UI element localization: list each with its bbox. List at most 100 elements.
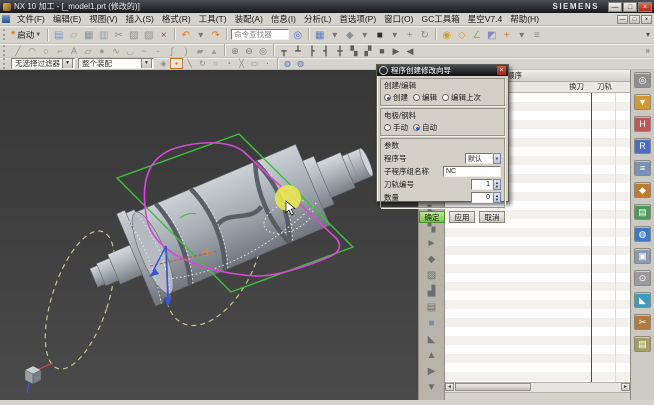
- cut-icon[interactable]: ✂: [111, 28, 126, 42]
- view-orient-dropdown-icon[interactable]: ▾: [357, 28, 372, 42]
- apply-button[interactable]: 应用: [449, 211, 475, 223]
- program-number-combo[interactable]: 默认 ▼: [465, 153, 501, 164]
- radio-edit-last[interactable]: 编辑上次: [442, 92, 481, 103]
- menu-analysis[interactable]: 分析(L): [300, 13, 335, 25]
- cam-shop-doc-icon[interactable]: ◀: [403, 44, 417, 57]
- doc-restore-button[interactable]: □: [629, 15, 640, 24]
- find-command-icon[interactable]: ◎: [290, 28, 305, 42]
- snap-point-icon[interactable]: ◉: [439, 28, 454, 42]
- cam-machine-icon[interactable]: ■: [375, 44, 389, 57]
- edit-toolpath-icon[interactable]: ◆: [423, 252, 440, 267]
- new-file-icon[interactable]: ▤: [51, 28, 66, 42]
- circle-icon[interactable]: ○: [39, 44, 53, 57]
- menu-plugin[interactable]: 星空V7.4: [464, 13, 507, 25]
- save-icon[interactable]: ▦: [81, 28, 96, 42]
- gouge-check-icon[interactable]: ◣: [423, 332, 440, 347]
- generate-toolpath-icon[interactable]: ►: [423, 236, 440, 251]
- navigator-gear-icon[interactable]: ◎: [634, 72, 651, 88]
- text-icon[interactable]: A: [67, 44, 81, 57]
- roles-tab[interactable]: ✂: [634, 314, 651, 330]
- undo-dropdown-icon[interactable]: ▾: [193, 28, 208, 42]
- wcs-dropdown-icon[interactable]: ▾: [514, 28, 529, 42]
- scroll-right-icon[interactable]: ►: [621, 383, 630, 391]
- radio-edit[interactable]: 编辑: [413, 92, 437, 103]
- web-browser-tab[interactable]: ◍: [634, 226, 651, 242]
- cam-verify-icon[interactable]: ▞: [361, 44, 375, 57]
- menu-start-icon[interactable]: [2, 15, 10, 23]
- view-triad-cube[interactable]: [25, 363, 53, 393]
- subprogram-name-input[interactable]: NC: [443, 166, 501, 177]
- profile-icon[interactable]: ⌐: [53, 44, 67, 57]
- toolbar-grip[interactable]: [3, 45, 8, 56]
- toolbar-overflow-button[interactable]: »: [646, 46, 652, 55]
- toolbar-grip[interactable]: [3, 58, 8, 69]
- render-style-dropdown-icon[interactable]: ▾: [387, 28, 402, 42]
- snap-enable-icon[interactable]: ▪: [170, 58, 183, 69]
- menu-gc-toolbox[interactable]: GC工具箱: [417, 13, 463, 25]
- menu-insert[interactable]: 插入(S): [122, 13, 158, 25]
- menu-file[interactable]: 文件(F): [13, 13, 49, 25]
- dialog-options-icon[interactable]: [379, 66, 388, 75]
- constraint-navigator-tab[interactable]: ◆: [634, 182, 651, 198]
- rotate-view-icon[interactable]: ↻: [417, 28, 432, 42]
- snap-rotate-icon[interactable]: ↻: [196, 58, 209, 69]
- cut-levels-icon[interactable]: ▨: [423, 268, 440, 283]
- measure-icon[interactable]: ∠: [469, 28, 484, 42]
- menu-assemblies[interactable]: 装配(A): [231, 13, 267, 25]
- snap-line-icon[interactable]: ╲: [183, 58, 196, 69]
- assembly-globe-alt-icon[interactable]: ◍: [294, 58, 307, 69]
- scroll-left-icon[interactable]: ◄: [445, 383, 454, 391]
- radio-create[interactable]: 创建: [384, 92, 408, 103]
- window-dropdown-icon[interactable]: ▾: [327, 28, 342, 42]
- reuse-library-tab[interactable]: R: [634, 138, 651, 154]
- move-object-icon[interactable]: ◩: [484, 28, 499, 42]
- command-finder-input[interactable]: 命令查找器: [231, 29, 289, 40]
- doc-minimize-button[interactable]: —: [617, 15, 628, 24]
- notes-tab[interactable]: ▤: [634, 336, 651, 352]
- delete-icon[interactable]: ×: [156, 28, 171, 42]
- post-process-icon[interactable]: ▶: [423, 364, 440, 379]
- zoom-out-icon[interactable]: ⊖: [242, 44, 256, 57]
- arc-icon[interactable]: ◠: [25, 44, 39, 57]
- open-folder-icon[interactable]: ▱: [66, 28, 81, 42]
- menu-tools[interactable]: 工具(T): [195, 13, 231, 25]
- zoom-in-icon[interactable]: ⊕: [228, 44, 242, 57]
- assembly-navigator-tab[interactable]: ▼: [634, 94, 651, 110]
- snap-end-icon[interactable]: ◇: [454, 28, 469, 42]
- window-minimize-button[interactable]: —: [608, 2, 622, 12]
- toolbar-grip[interactable]: [3, 29, 8, 40]
- datum-axis-icon[interactable]: ▴: [207, 44, 221, 57]
- part-navigator-tab[interactable]: ≡: [634, 160, 651, 176]
- plane-icon[interactable]: ▱: [81, 44, 95, 57]
- copy-icon[interactable]: ▨: [126, 28, 141, 42]
- workpiece-icon[interactable]: ▟: [423, 284, 440, 299]
- arc-down-icon[interactable]: ◡: [123, 44, 137, 57]
- dashed-ellipse-left[interactable]: [31, 223, 129, 377]
- navigator-hscrollbar[interactable]: ◄ ►: [445, 382, 630, 392]
- render-style-icon[interactable]: ■: [372, 28, 387, 42]
- redo-icon[interactable]: ↷: [208, 28, 223, 42]
- window-close-button[interactable]: ×: [638, 2, 652, 12]
- start-menu-button[interactable]: * 启动 ▼: [11, 29, 42, 41]
- quantity-spinner[interactable]: 0 ▲▼: [471, 192, 501, 203]
- toolpath-number-spinner[interactable]: 1 ▲▼: [471, 179, 501, 190]
- pan-view-icon[interactable]: +: [402, 28, 417, 42]
- cancel-button[interactable]: 取消: [479, 211, 505, 223]
- history-tab[interactable]: ⊙: [634, 270, 651, 286]
- wcs-icon[interactable]: +: [499, 28, 514, 42]
- graphics-viewport[interactable]: [0, 70, 418, 400]
- operation-navigator-tab[interactable]: ▤: [634, 204, 651, 220]
- spline-icon[interactable]: ∫: [165, 44, 179, 57]
- toolbar-overflow-button[interactable]: ▾: [646, 30, 652, 39]
- snap-point-dot-icon[interactable]: ·: [261, 58, 274, 69]
- menu-window[interactable]: 窗口(O): [380, 13, 417, 25]
- menu-help[interactable]: 帮助(H): [506, 13, 543, 25]
- menu-information[interactable]: 信息(I): [267, 13, 300, 25]
- scrollbar-thumb[interactable]: [455, 383, 531, 391]
- menu-preferences[interactable]: 首选项(P): [335, 13, 380, 25]
- cam-generate-icon[interactable]: ▚: [347, 44, 361, 57]
- menu-edit[interactable]: 编辑(E): [49, 13, 85, 25]
- window-maximize-button[interactable]: □: [623, 2, 637, 12]
- cam-create-operation-icon[interactable]: ╋: [333, 44, 347, 57]
- snap-quadrant-icon[interactable]: ◔: [222, 58, 235, 69]
